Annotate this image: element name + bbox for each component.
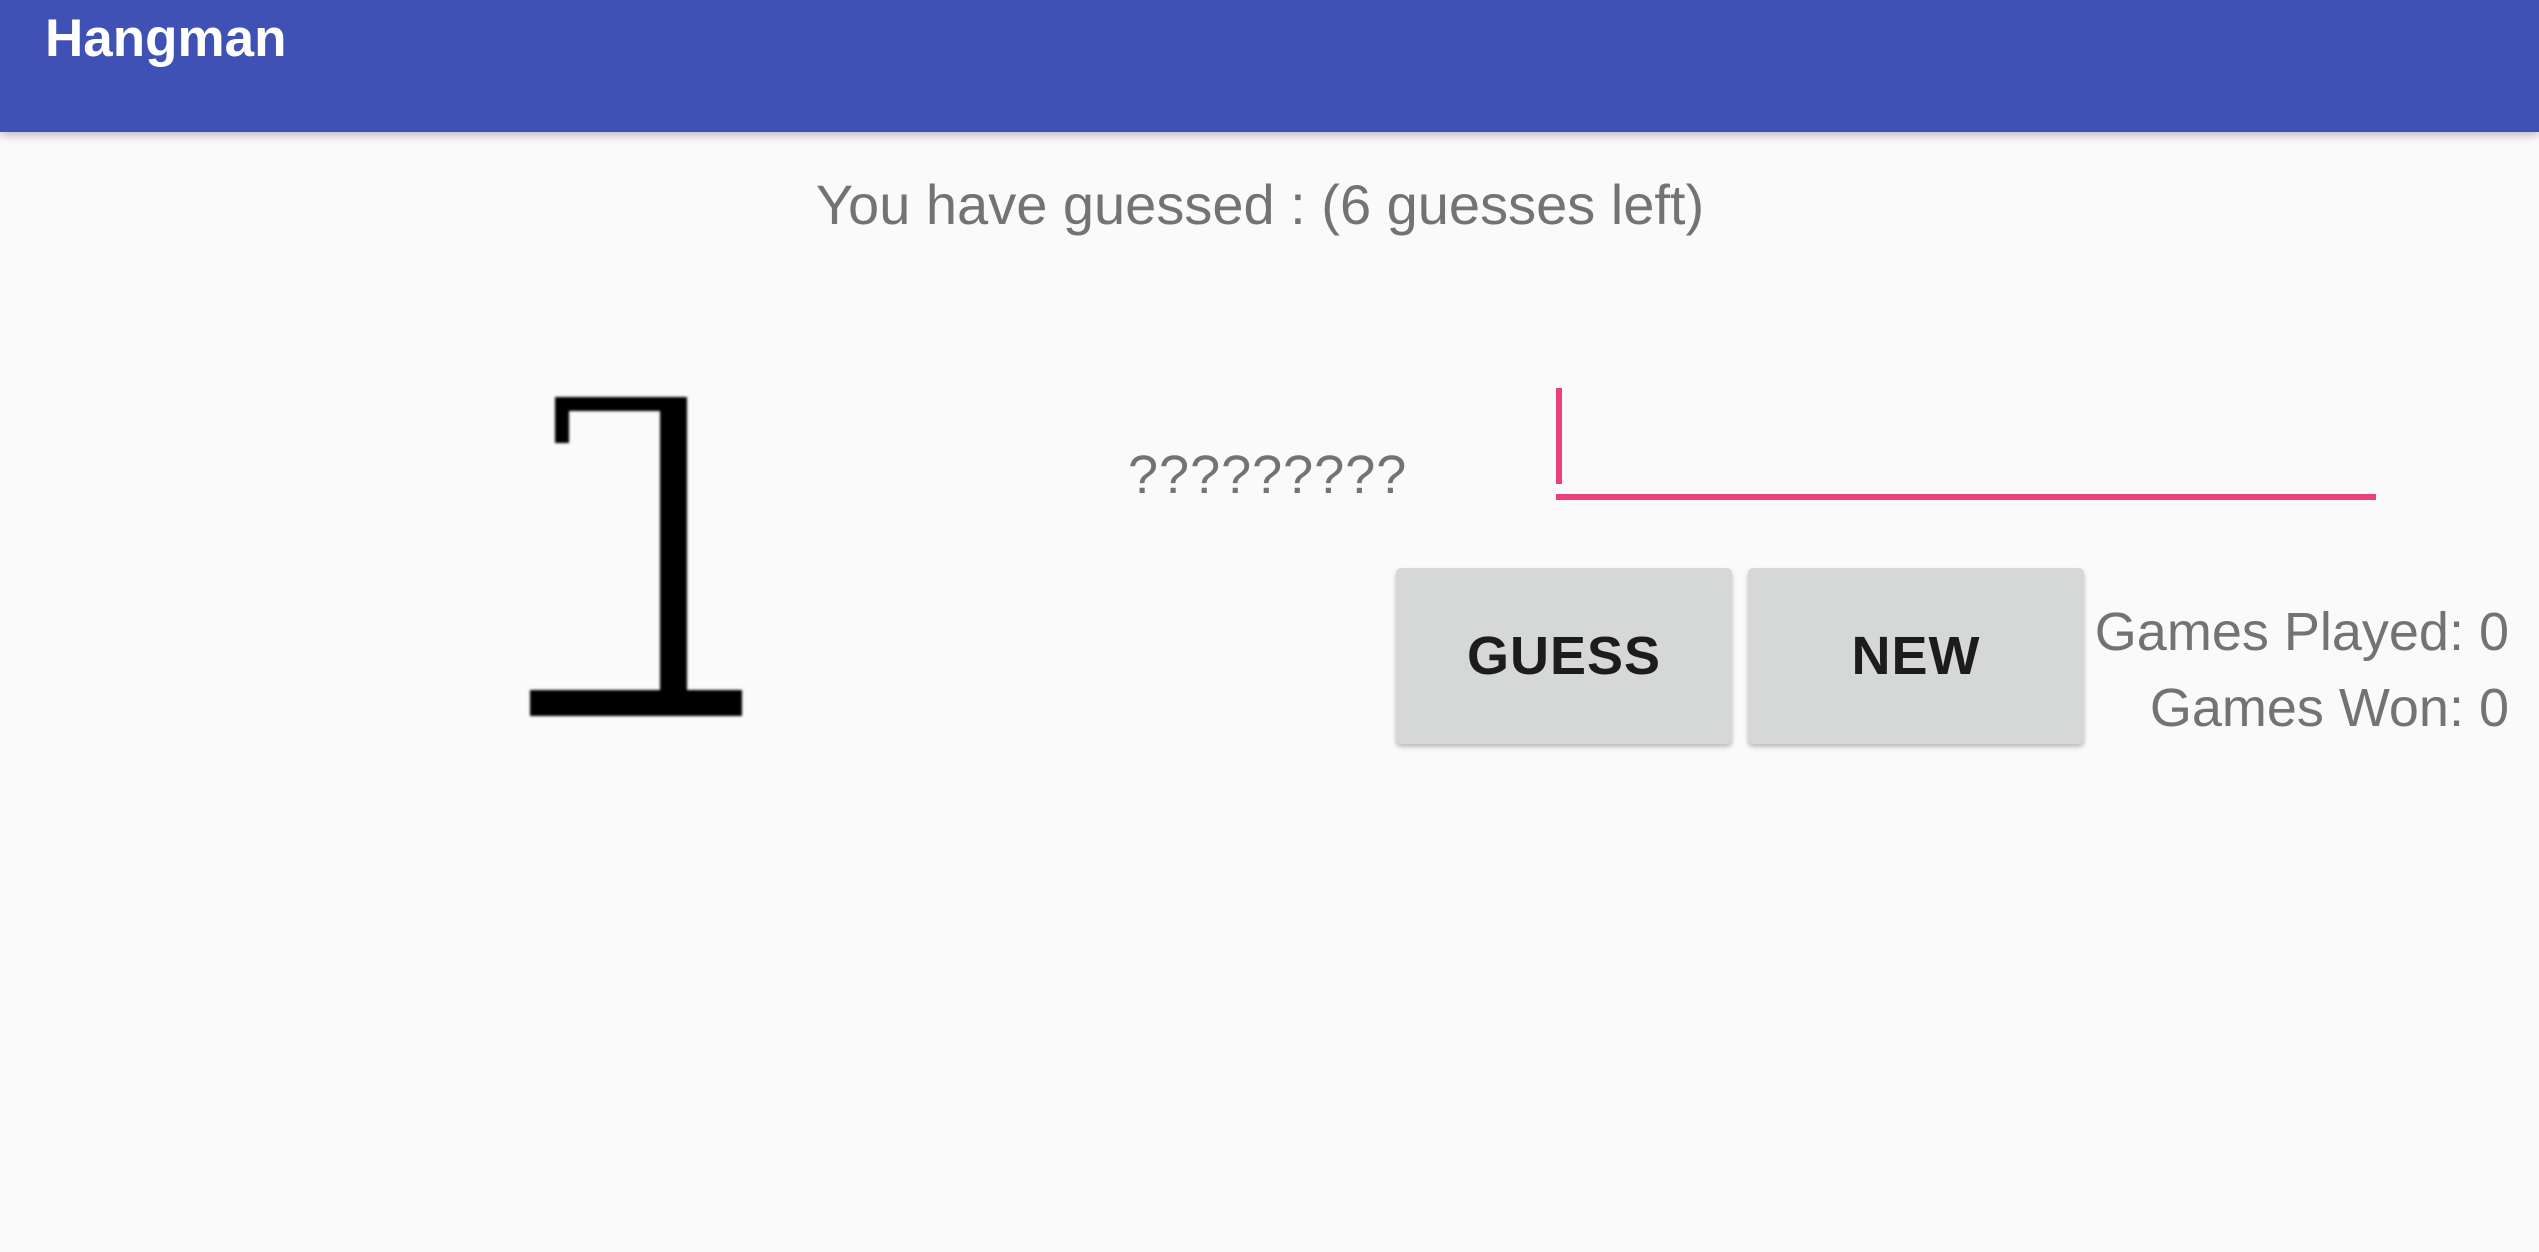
masked-word: ????????? <box>1128 445 1408 505</box>
app-bar: Hangman <box>0 0 2539 132</box>
guessed-letters-status: You have guessed : (6 guesses left) <box>815 173 1705 236</box>
games-won: Games Won: 0 <box>2149 678 2509 738</box>
text-cursor <box>1556 388 1562 484</box>
games-played: Games Played: 0 <box>2094 602 2509 662</box>
guess-button[interactable]: GUESS <box>1396 568 1732 744</box>
app-title: Hangman <box>45 9 287 68</box>
gallows-stage-0-icon <box>530 397 742 716</box>
hangman-screen: Hangman You have guessed : (6 guesses le… <box>0 0 2539 1252</box>
new-game-button[interactable]: NEW <box>1748 568 2084 744</box>
guess-input[interactable] <box>1556 385 2376 500</box>
game-stats: Games Played: 0 Games Won: 0 <box>2095 594 2509 746</box>
